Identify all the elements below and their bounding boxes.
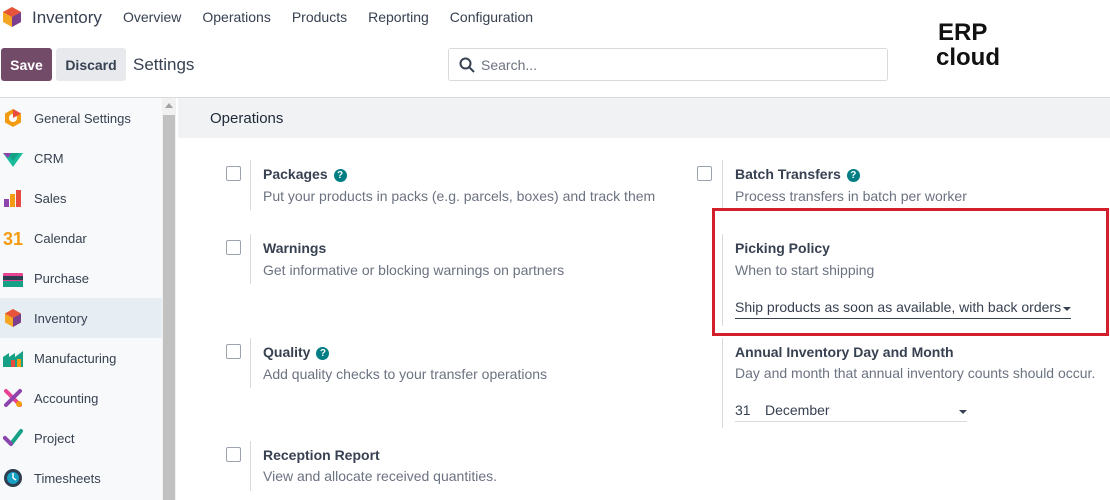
sidebar-item-label: Calendar <box>34 230 87 246</box>
timesheets-icon <box>4 469 22 487</box>
help-icon[interactable]: ? <box>333 169 347 182</box>
manufacturing-icon <box>3 351 23 367</box>
divider <box>722 338 723 428</box>
annual-inventory-month[interactable]: December <box>765 402 830 418</box>
divider <box>250 441 251 491</box>
odoo-settings-icon <box>5 109 21 127</box>
batch-transfers-label: Batch Transfers <box>735 166 841 182</box>
batch-transfers-checkbox[interactable] <box>697 166 712 181</box>
reception-report-title: Reception Report <box>263 447 380 463</box>
calendar-icon: 31 <box>3 229 23 248</box>
main-menu: Overview Operations Products Reporting C… <box>123 9 554 25</box>
menu-overview[interactable]: Overview <box>123 9 181 25</box>
brand-line2: cloud <box>936 44 1000 68</box>
settings-sidebar: General Settings CRM Sales 31 Calendar P… <box>0 98 162 500</box>
inventory-icon <box>5 309 21 327</box>
sidebar-item-label: Accounting <box>34 390 99 406</box>
help-icon[interactable]: ? <box>846 169 860 182</box>
menu-operations[interactable]: Operations <box>202 9 270 25</box>
sidebar-item-timesheets[interactable]: Timesheets <box>0 458 162 498</box>
quality-description: Add quality checks to your transfer oper… <box>263 366 548 382</box>
sidebar-item-label: CRM <box>34 150 64 166</box>
scroll-thumb[interactable] <box>163 115 175 500</box>
divider <box>722 160 723 210</box>
batch-transfers-title: Batch Transfers? <box>735 166 860 182</box>
page-title: Settings <box>133 55 195 74</box>
reception-report-checkbox[interactable] <box>226 447 241 462</box>
packages-checkbox[interactable] <box>226 166 241 181</box>
sidebar-item-label: Timesheets <box>34 470 101 486</box>
sales-icon <box>4 190 21 207</box>
project-icon <box>3 429 23 446</box>
help-icon[interactable]: ? <box>316 347 330 360</box>
sidebar-item-crm[interactable]: CRM <box>0 138 162 178</box>
quality-label: Quality <box>263 344 311 360</box>
accounting-icon <box>4 389 22 407</box>
calendar-icon-text: 31 <box>3 229 23 248</box>
packages-title: Packages? <box>263 166 347 182</box>
sidebar-item-label: Manufacturing <box>34 350 117 366</box>
sidebar-item-label: Project <box>34 430 75 446</box>
menu-configuration[interactable]: Configuration <box>450 9 533 25</box>
menu-reporting[interactable]: Reporting <box>368 9 429 25</box>
annual-inventory-select[interactable]: 31 December <box>735 402 967 422</box>
search-icon <box>459 57 475 73</box>
sidebar-item-inventory[interactable]: Inventory <box>0 298 162 338</box>
app-name[interactable]: Inventory <box>32 8 102 28</box>
annual-inventory-description: Day and month that annual inventory coun… <box>735 365 1096 381</box>
crm-icon <box>3 153 23 167</box>
inventory-app-icon[interactable] <box>2 6 22 28</box>
search-box[interactable] <box>448 48 888 81</box>
purchase-icon <box>3 273 23 287</box>
sidebar-item-manufacturing[interactable]: Manufacturing <box>0 338 162 378</box>
sidebar-item-label: Purchase <box>34 270 89 286</box>
discard-button[interactable]: Discard <box>56 48 126 81</box>
sidebar-item-calendar[interactable]: 31 Calendar <box>0 218 162 258</box>
sidebar-item-label: Inventory <box>34 310 88 326</box>
sidebar-item-general-settings[interactable]: General Settings <box>0 98 162 138</box>
sidebar-item-project[interactable]: Project <box>0 418 162 458</box>
annual-inventory-day[interactable]: 31 <box>735 402 751 418</box>
quality-checkbox[interactable] <box>226 344 241 359</box>
save-button[interactable]: Save <box>1 48 52 81</box>
annual-inventory-title: Annual Inventory Day and Month <box>735 344 954 360</box>
warnings-checkbox[interactable] <box>226 240 241 255</box>
chevron-down-icon <box>959 410 967 414</box>
warnings-description: Get informative or blocking warnings on … <box>263 262 565 278</box>
sidebar-item-accounting[interactable]: Accounting <box>0 378 162 418</box>
highlight-box <box>712 208 1109 336</box>
batch-transfers-description: Process transfers in batch per worker <box>735 188 967 204</box>
section-title: Operations <box>210 110 284 127</box>
sidebar-item-purchase[interactable]: Purchase <box>0 258 162 298</box>
divider <box>250 160 251 210</box>
sidebar-scrollbar[interactable] <box>162 98 176 500</box>
packages-description: Put your products in packs (e.g. parcels… <box>263 188 656 204</box>
packages-label: Packages <box>263 166 328 182</box>
menu-products[interactable]: Products <box>292 9 347 25</box>
brand-line1: ERP <box>938 19 987 46</box>
quality-title: Quality? <box>263 344 330 360</box>
sidebar-item-label: General Settings <box>34 110 131 126</box>
erp-cloud-logo: ERP cloud <box>936 19 1000 68</box>
divider <box>250 338 251 388</box>
section-header: Operations <box>178 98 1110 138</box>
divider <box>250 234 251 284</box>
sidebar-item-sales[interactable]: Sales <box>0 178 162 218</box>
warnings-title: Warnings <box>263 240 327 256</box>
scroll-up-arrow-icon[interactable] <box>165 103 173 108</box>
search-input[interactable] <box>481 49 881 80</box>
sidebar-item-label: Sales <box>34 190 67 206</box>
reception-report-description: View and allocate received quantities. <box>263 468 498 484</box>
